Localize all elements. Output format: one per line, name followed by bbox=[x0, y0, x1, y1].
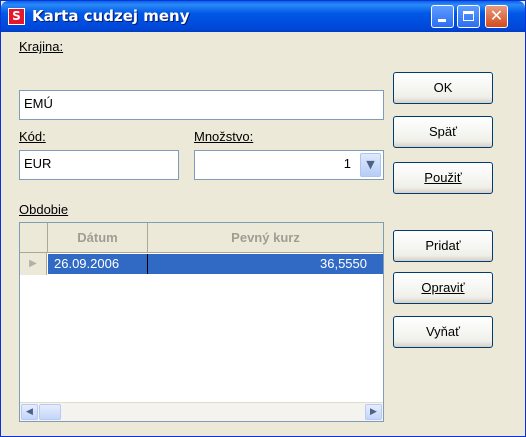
row-pointer-icon: ▶ bbox=[20, 253, 47, 275]
arrow-left-icon[interactable]: ◀ bbox=[21, 404, 38, 420]
app-logo-icon: S bbox=[8, 8, 25, 25]
opravit-button[interactable]: Opraviť bbox=[393, 272, 493, 304]
column-header-kurz[interactable]: Pevný kurz bbox=[148, 223, 383, 252]
kod-label: Kód: bbox=[19, 129, 46, 144]
obdobie-label: Obdobie bbox=[19, 202, 69, 217]
grid-corner bbox=[20, 223, 48, 252]
dialog-window: S Karta cudzej meny ✕ Krajina: EMÚ Kód: … bbox=[0, 0, 526, 437]
kod-value: EUR bbox=[24, 156, 52, 171]
grid-header: Dátum Pevný kurz bbox=[20, 223, 383, 253]
cell-divider bbox=[147, 254, 148, 274]
krajina-label-text: Krajina: bbox=[19, 39, 64, 54]
mnozstvo-combo[interactable]: 1 ▼ bbox=[194, 150, 384, 180]
window-title: Karta cudzej meny bbox=[32, 7, 190, 25]
chevron-down-icon[interactable]: ▼ bbox=[360, 153, 381, 177]
mnozstvo-label: Množstvo: bbox=[194, 129, 254, 144]
maximize-icon bbox=[463, 11, 474, 21]
krajina-value: EMÚ bbox=[24, 96, 53, 111]
vynat-button[interactable]: Vyňať bbox=[393, 316, 493, 348]
horizontal-scrollbar[interactable]: ◀ ▶ bbox=[20, 402, 383, 421]
pouzit-button[interactable]: Použiť bbox=[393, 162, 493, 194]
arrow-right-icon[interactable]: ▶ bbox=[365, 404, 382, 420]
krajina-field[interactable]: EMÚ bbox=[19, 90, 384, 120]
pouzit-label: Použiť bbox=[424, 170, 462, 185]
krajina-label: Krajina: bbox=[19, 39, 63, 54]
mnozstvo-value: 1 bbox=[343, 156, 351, 171]
kod-field[interactable]: EUR bbox=[19, 150, 179, 180]
pridat-button[interactable]: Pridať bbox=[393, 230, 493, 262]
minimize-button[interactable] bbox=[431, 5, 454, 28]
cell-kurz[interactable]: 36,5550 bbox=[320, 254, 367, 274]
maximize-button[interactable] bbox=[457, 5, 480, 28]
spat-button[interactable]: Späť bbox=[393, 116, 493, 148]
minimize-icon bbox=[438, 19, 446, 22]
title-bar[interactable]: S Karta cudzej meny ✕ bbox=[1, 1, 525, 32]
obdobie-grid[interactable]: Dátum Pevný kurz ▶ 26.09.2006 36,5550 ◀ … bbox=[19, 222, 384, 422]
ok-button[interactable]: OK bbox=[393, 72, 493, 104]
column-header-datum[interactable]: Dátum bbox=[48, 223, 148, 252]
opravit-label: Opraviť bbox=[421, 280, 465, 295]
cell-datum[interactable]: 26.09.2006 bbox=[54, 254, 119, 274]
scroll-thumb[interactable] bbox=[39, 404, 61, 420]
close-icon: ✕ bbox=[489, 6, 504, 25]
close-button[interactable]: ✕ bbox=[485, 5, 508, 28]
